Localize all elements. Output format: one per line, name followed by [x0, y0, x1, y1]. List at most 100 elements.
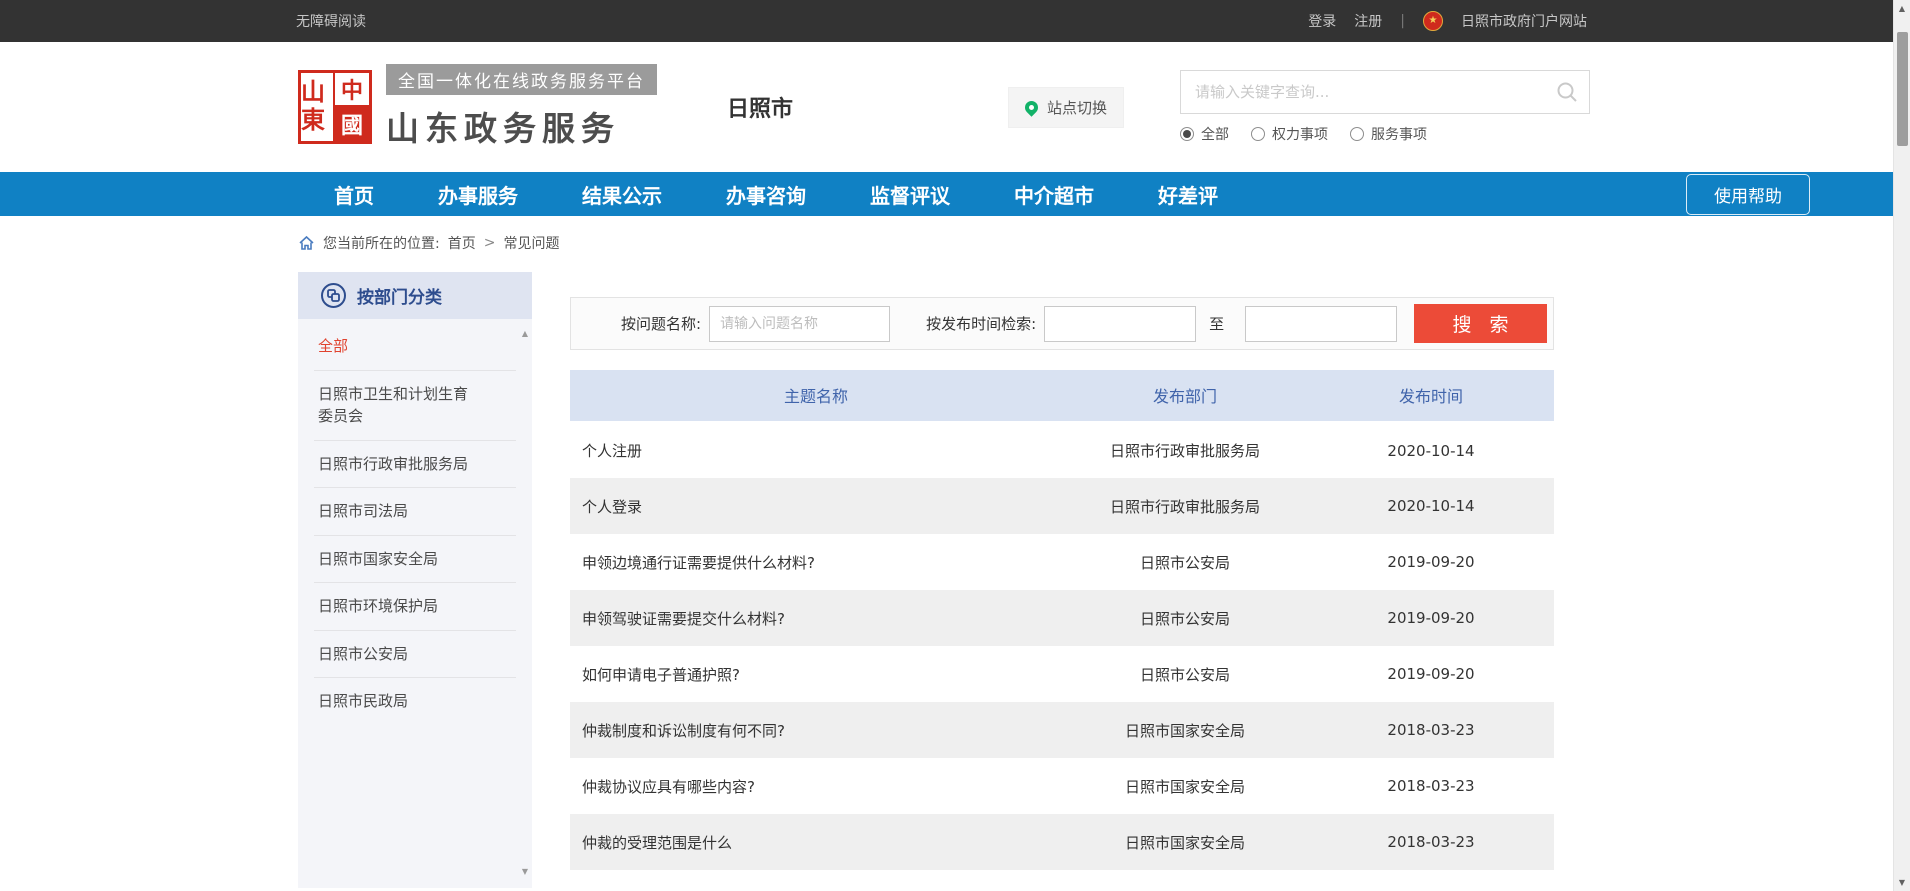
divider: |	[1400, 13, 1405, 29]
sidebar-item-6[interactable]: 日照市环境保护局	[314, 582, 516, 630]
date-cell: 2019-09-20	[1308, 590, 1554, 646]
department-cell: 日照市国家安全局	[1062, 702, 1308, 758]
scroll-up-icon[interactable]	[522, 330, 528, 338]
sidebar-item-2[interactable]: 日照市卫生和计划生育委员会	[314, 370, 516, 440]
breadcrumb-prefix: 您当前所在的位置:	[323, 233, 440, 253]
main-nav: 首页 办事服务 结果公示 办事咨询 监督评议 中介超市 好差评 使用帮助	[0, 172, 1910, 216]
faq-table: 主题名称发布部门发布时间 个人注册日照市行政审批服务局2020-10-14个人登…	[570, 370, 1554, 870]
scope-option-label: 权力事项	[1272, 124, 1328, 144]
city-name: 日照市	[727, 91, 793, 123]
shandong-gov-logo[interactable]: 山東 中 國 全国一体化在线政务服务平台 山东政务服务	[298, 64, 657, 150]
scope-option-label: 全部	[1201, 124, 1229, 144]
keyword-search-input[interactable]	[1181, 71, 1555, 113]
department-cell: 日照市行政审批服务局	[1062, 478, 1308, 534]
publish-date-label: 按发布时间检索:	[926, 313, 1036, 334]
scrollbar-up-icon[interactable]	[1894, 0, 1910, 17]
nav-item-1[interactable]: 首页	[334, 180, 374, 209]
register-link[interactable]: 注册	[1354, 11, 1382, 31]
faq-table-head: 主题名称发布部门发布时间	[570, 370, 1554, 422]
faq-table-body: 个人注册日照市行政审批服务局2020-10-14个人登录日照市行政审批服务局20…	[570, 422, 1554, 870]
table-row: 申领驾驶证需要提交什么材料?日照市公安局2019-09-20	[570, 590, 1554, 646]
content-area: 按问题名称: 按发布时间检索: 至 搜 索 主题名称发布部门发布时间 个人注册日…	[570, 272, 1554, 870]
accessibility-link[interactable]: 无障碍阅读	[296, 11, 366, 31]
question-name-label: 按问题名称:	[621, 313, 701, 334]
category-icon	[320, 282, 347, 309]
sidebar-item-8[interactable]: 日照市民政局	[314, 677, 516, 725]
nav-item-4[interactable]: 办事咨询	[726, 180, 806, 209]
seal-left-text: 山東	[301, 73, 335, 141]
table-row: 个人注册日照市行政审批服务局2020-10-14	[570, 422, 1554, 478]
search-icon[interactable]	[1555, 80, 1579, 104]
topic-cell[interactable]: 仲裁制度和诉讼制度有何不同?	[570, 702, 1062, 758]
table-row: 申领边境通行证需要提供什么材料?日照市公安局2019-09-20	[570, 534, 1554, 590]
location-pin-icon	[1022, 98, 1040, 116]
date-cell: 2018-03-23	[1308, 758, 1554, 814]
department-list: 全部日照市卫生和计划生育委员会日照市行政审批服务局日照市司法局日照市国家安全局日…	[298, 319, 532, 725]
topic-cell[interactable]: 仲裁的受理范围是什么	[570, 814, 1062, 870]
topic-cell[interactable]: 个人注册	[570, 422, 1062, 478]
login-link[interactable]: 登录	[1308, 11, 1336, 31]
topic-cell[interactable]: 申领驾驶证需要提交什么材料?	[570, 590, 1062, 646]
table-row: 个人登录日照市行政审批服务局2020-10-14	[570, 478, 1554, 534]
scope-option-3[interactable]: 服务事项	[1350, 124, 1427, 144]
topbar: 无障碍阅读 登录 注册 | 日照市政府门户网站	[0, 0, 1910, 42]
date-cell: 2018-03-23	[1308, 702, 1554, 758]
breadcrumb-home-link[interactable]: 首页	[448, 233, 476, 253]
nav-item-3[interactable]: 结果公示	[582, 180, 662, 209]
faq-table-header-row: 主题名称发布部门发布时间	[570, 370, 1554, 422]
sidebar-title: 按部门分类	[357, 283, 442, 308]
site-switch-button[interactable]: 站点切换	[1008, 87, 1124, 128]
radio-icon[interactable]	[1251, 127, 1265, 141]
table-row: 仲裁协议应具有哪些内容?日照市国家安全局2018-03-23	[570, 758, 1554, 814]
date-cell: 2020-10-14	[1308, 422, 1554, 478]
date-cell: 2019-09-20	[1308, 646, 1554, 702]
radio-icon[interactable]	[1350, 127, 1364, 141]
sidebar-header: 按部门分类	[298, 272, 532, 319]
topbar-right: 登录 注册 | 日照市政府门户网站	[1308, 11, 1587, 31]
scroll-down-icon[interactable]	[522, 868, 528, 876]
home-icon	[298, 235, 315, 251]
scrollbar-thumb[interactable]	[1897, 32, 1908, 146]
nav-items: 首页 办事服务 结果公示 办事咨询 监督评议 中介超市 好差评	[334, 180, 1218, 209]
seal-top-right-text: 中	[335, 73, 369, 107]
column-header: 发布部门	[1062, 370, 1308, 422]
sidebar-item-1[interactable]: 全部	[314, 323, 516, 370]
sidebar-item-3[interactable]: 日照市行政审批服务局	[314, 440, 516, 488]
question-name-input[interactable]	[709, 306, 890, 342]
date-to-input[interactable]	[1245, 306, 1397, 342]
nav-item-6[interactable]: 中介超市	[1014, 180, 1094, 209]
department-sidebar: 按部门分类 全部日照市卫生和计划生育委员会日照市行政审批服务局日照市司法局日照市…	[298, 272, 532, 888]
topic-cell[interactable]: 申领边境通行证需要提供什么材料?	[570, 534, 1062, 590]
main-area: 按部门分类 全部日照市卫生和计划生育委员会日照市行政审批服务局日照市司法局日照市…	[298, 272, 1910, 888]
sidebar-item-7[interactable]: 日照市公安局	[314, 630, 516, 678]
breadcrumb: 您当前所在的位置: 首页 > 常见问题	[298, 232, 1910, 254]
page-scrollbar[interactable]	[1893, 0, 1910, 891]
date-cell: 2019-09-20	[1308, 534, 1554, 590]
sidebar-item-5[interactable]: 日照市国家安全局	[314, 535, 516, 583]
site-switch-label: 站点切换	[1047, 97, 1107, 118]
topic-cell[interactable]: 个人登录	[570, 478, 1062, 534]
search-scope-options: 全部 权力事项 服务事项	[1180, 124, 1590, 144]
breadcrumb-separator: >	[484, 235, 496, 251]
department-cell: 日照市国家安全局	[1062, 758, 1308, 814]
topic-cell[interactable]: 仲裁协议应具有哪些内容?	[570, 758, 1062, 814]
date-from-input[interactable]	[1044, 306, 1196, 342]
table-row: 仲裁的受理范围是什么日照市国家安全局2018-03-23	[570, 814, 1554, 870]
breadcrumb-current: 常见问题	[503, 233, 559, 253]
radio-icon[interactable]	[1180, 127, 1194, 141]
nav-item-7[interactable]: 好差评	[1158, 180, 1218, 209]
help-button[interactable]: 使用帮助	[1686, 174, 1810, 215]
portal-link[interactable]: 日照市政府门户网站	[1461, 11, 1587, 31]
topic-cell[interactable]: 如何申请电子普通护照?	[570, 646, 1062, 702]
search-box	[1180, 70, 1590, 114]
search-button[interactable]: 搜 索	[1414, 304, 1547, 343]
search-area: 全部 权力事项 服务事项	[1180, 70, 1590, 144]
table-row: 仲裁制度和诉讼制度有何不同?日照市国家安全局2018-03-23	[570, 702, 1554, 758]
scrollbar-down-icon[interactable]	[1894, 874, 1910, 891]
column-header: 发布时间	[1308, 370, 1554, 422]
scope-option-2[interactable]: 权力事项	[1251, 124, 1328, 144]
scope-option-1[interactable]: 全部	[1180, 124, 1229, 144]
nav-item-2[interactable]: 办事服务	[438, 180, 518, 209]
nav-item-5[interactable]: 监督评议	[870, 180, 950, 209]
sidebar-item-4[interactable]: 日照市司法局	[314, 487, 516, 535]
